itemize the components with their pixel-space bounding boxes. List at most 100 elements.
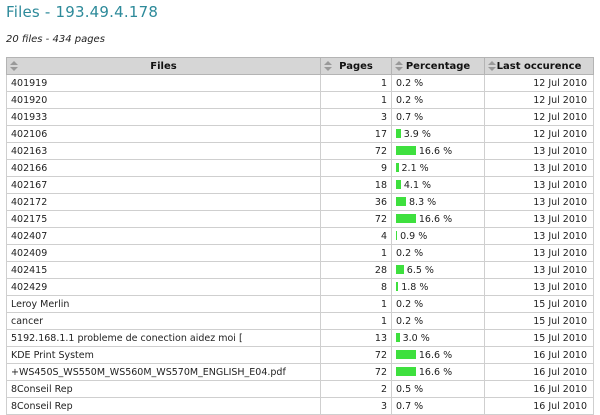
last-occurence-cell: 16 Jul 2010 bbox=[484, 363, 594, 381]
table-row: cancer 1 0.2 % 15 Jul 2010 bbox=[6, 312, 594, 330]
files-table: Files Pages Percentage Last occurence 40… bbox=[6, 57, 594, 415]
file-name-cell: 402175 bbox=[6, 210, 321, 228]
percentage-text: 0.2 % bbox=[396, 298, 424, 310]
pages-cell: 72 bbox=[320, 142, 392, 160]
percentage-text: 8.3 % bbox=[409, 196, 437, 208]
pages-cell: 17 bbox=[320, 125, 392, 143]
last-occurence-cell: 16 Jul 2010 bbox=[484, 380, 594, 398]
column-header-pages[interactable]: Pages bbox=[320, 57, 392, 75]
percentage-cell: 0.2 % bbox=[391, 91, 485, 109]
table-row: +WS450S_WS550M_WS560M_WS570M_ENGLISH_E04… bbox=[6, 363, 594, 381]
column-header-percentage[interactable]: Percentage bbox=[391, 57, 485, 75]
pages-cell: 1 bbox=[320, 295, 392, 313]
percentage-cell: 4.1 % bbox=[391, 176, 485, 194]
percentage-bar bbox=[396, 128, 401, 138]
table-row: 402407 4 0.9 % 13 Jul 2010 bbox=[6, 227, 594, 245]
file-name-cell: 5192.168.1.1 probleme de conection aidez… bbox=[6, 329, 321, 347]
percentage-cell: 8.3 % bbox=[391, 193, 485, 211]
table-row: 402167 18 4.1 % 13 Jul 2010 bbox=[6, 176, 594, 194]
table-row: 8Conseil Rep 2 0.5 % 16 Jul 2010 bbox=[6, 380, 594, 398]
last-occurence-cell: 12 Jul 2010 bbox=[484, 91, 594, 109]
percentage-cell: 16.6 % bbox=[391, 210, 485, 228]
file-name-cell: 8Conseil Rep bbox=[6, 380, 321, 398]
pages-cell: 2 bbox=[320, 380, 392, 398]
pages-cell: 36 bbox=[320, 193, 392, 211]
file-name-cell: 402166 bbox=[6, 159, 321, 177]
percentage-cell: 2.1 % bbox=[391, 159, 485, 177]
percentage-cell: 0.2 % bbox=[391, 74, 485, 92]
percentage-cell: 0.2 % bbox=[391, 312, 485, 330]
percentage-bar bbox=[396, 366, 416, 376]
sort-arrows-icon bbox=[395, 61, 403, 71]
last-occurence-cell: 13 Jul 2010 bbox=[484, 278, 594, 296]
percentage-cell: 16.6 % bbox=[391, 142, 485, 160]
page-title: Files - 193.49.4.178 bbox=[6, 3, 159, 21]
pages-cell: 9 bbox=[320, 159, 392, 177]
percentage-text: 0.7 % bbox=[396, 400, 424, 412]
table-row: 401933 3 0.7 % 12 Jul 2010 bbox=[6, 108, 594, 126]
file-name-cell: 402167 bbox=[6, 176, 321, 194]
table-row: 402429 8 1.8 % 13 Jul 2010 bbox=[6, 278, 594, 296]
file-name-cell: KDE Print System bbox=[6, 346, 321, 364]
file-name-cell: +WS450S_WS550M_WS560M_WS570M_ENGLISH_E04… bbox=[6, 363, 321, 381]
percentage-cell: 0.7 % bbox=[391, 397, 485, 415]
pages-cell: 1 bbox=[320, 312, 392, 330]
percentage-text: 0.2 % bbox=[396, 247, 424, 259]
percentage-bar bbox=[396, 213, 416, 223]
file-name-cell: 402429 bbox=[6, 278, 321, 296]
percentage-cell: 0.7 % bbox=[391, 108, 485, 126]
column-header-label: Last occurence bbox=[496, 60, 582, 72]
percentage-bar bbox=[396, 264, 404, 274]
pages-cell: 28 bbox=[320, 261, 392, 279]
column-header-last-occurence[interactable]: Last occurence bbox=[484, 57, 594, 75]
last-occurence-cell: 15 Jul 2010 bbox=[484, 295, 594, 313]
file-name-cell: 402172 bbox=[6, 193, 321, 211]
percentage-bar bbox=[396, 349, 416, 359]
table-row: 401920 1 0.2 % 12 Jul 2010 bbox=[6, 91, 594, 109]
file-name-cell: 401919 bbox=[6, 74, 321, 92]
pages-cell: 72 bbox=[320, 346, 392, 364]
table-header-row: Files Pages Percentage Last occurence bbox=[6, 57, 594, 75]
percentage-cell: 1.8 % bbox=[391, 278, 485, 296]
percentage-text: 1.8 % bbox=[401, 281, 429, 293]
sort-arrows-icon bbox=[324, 61, 332, 71]
file-name-cell: cancer bbox=[6, 312, 321, 330]
last-occurence-cell: 13 Jul 2010 bbox=[484, 142, 594, 160]
pages-cell: 72 bbox=[320, 363, 392, 381]
table-row: KDE Print System 72 16.6 % 16 Jul 2010 bbox=[6, 346, 594, 364]
last-occurence-cell: 13 Jul 2010 bbox=[484, 227, 594, 245]
column-header-label: Pages bbox=[339, 60, 373, 72]
pages-cell: 3 bbox=[320, 108, 392, 126]
file-name-cell: 402106 bbox=[6, 125, 321, 143]
percentage-text: 0.5 % bbox=[396, 383, 424, 395]
percentage-cell: 16.6 % bbox=[391, 363, 485, 381]
percentage-text: 0.7 % bbox=[396, 111, 424, 123]
sort-arrows-icon bbox=[488, 61, 496, 71]
last-occurence-cell: 12 Jul 2010 bbox=[484, 108, 594, 126]
file-name-cell: 8Conseil Rep bbox=[6, 397, 321, 415]
percentage-text: 6.5 % bbox=[406, 264, 434, 276]
pages-cell: 18 bbox=[320, 176, 392, 194]
file-name-cell: Leroy Merlin bbox=[6, 295, 321, 313]
percentage-bar bbox=[396, 230, 398, 240]
last-occurence-cell: 16 Jul 2010 bbox=[484, 346, 594, 364]
percentage-cell: 0.5 % bbox=[391, 380, 485, 398]
percentage-bar bbox=[396, 145, 416, 155]
last-occurence-cell: 13 Jul 2010 bbox=[484, 159, 594, 177]
table-row: 402166 9 2.1 % 13 Jul 2010 bbox=[6, 159, 594, 177]
last-occurence-cell: 15 Jul 2010 bbox=[484, 329, 594, 347]
table-row: 401919 1 0.2 % 12 Jul 2010 bbox=[6, 74, 594, 92]
pages-cell: 4 bbox=[320, 227, 392, 245]
last-occurence-cell: 13 Jul 2010 bbox=[484, 210, 594, 228]
percentage-cell: 16.6 % bbox=[391, 346, 485, 364]
pages-cell: 72 bbox=[320, 210, 392, 228]
last-occurence-cell: 13 Jul 2010 bbox=[484, 244, 594, 262]
percentage-text: 0.2 % bbox=[396, 315, 424, 327]
table-row: 5192.168.1.1 probleme de conection aidez… bbox=[6, 329, 594, 347]
pages-cell: 8 bbox=[320, 278, 392, 296]
column-header-files[interactable]: Files bbox=[6, 57, 321, 75]
last-occurence-cell: 13 Jul 2010 bbox=[484, 176, 594, 194]
percentage-cell: 3.9 % bbox=[391, 125, 485, 143]
table-row: 402172 36 8.3 % 13 Jul 2010 bbox=[6, 193, 594, 211]
files-summary: 20 files - 434 pages bbox=[6, 34, 105, 45]
